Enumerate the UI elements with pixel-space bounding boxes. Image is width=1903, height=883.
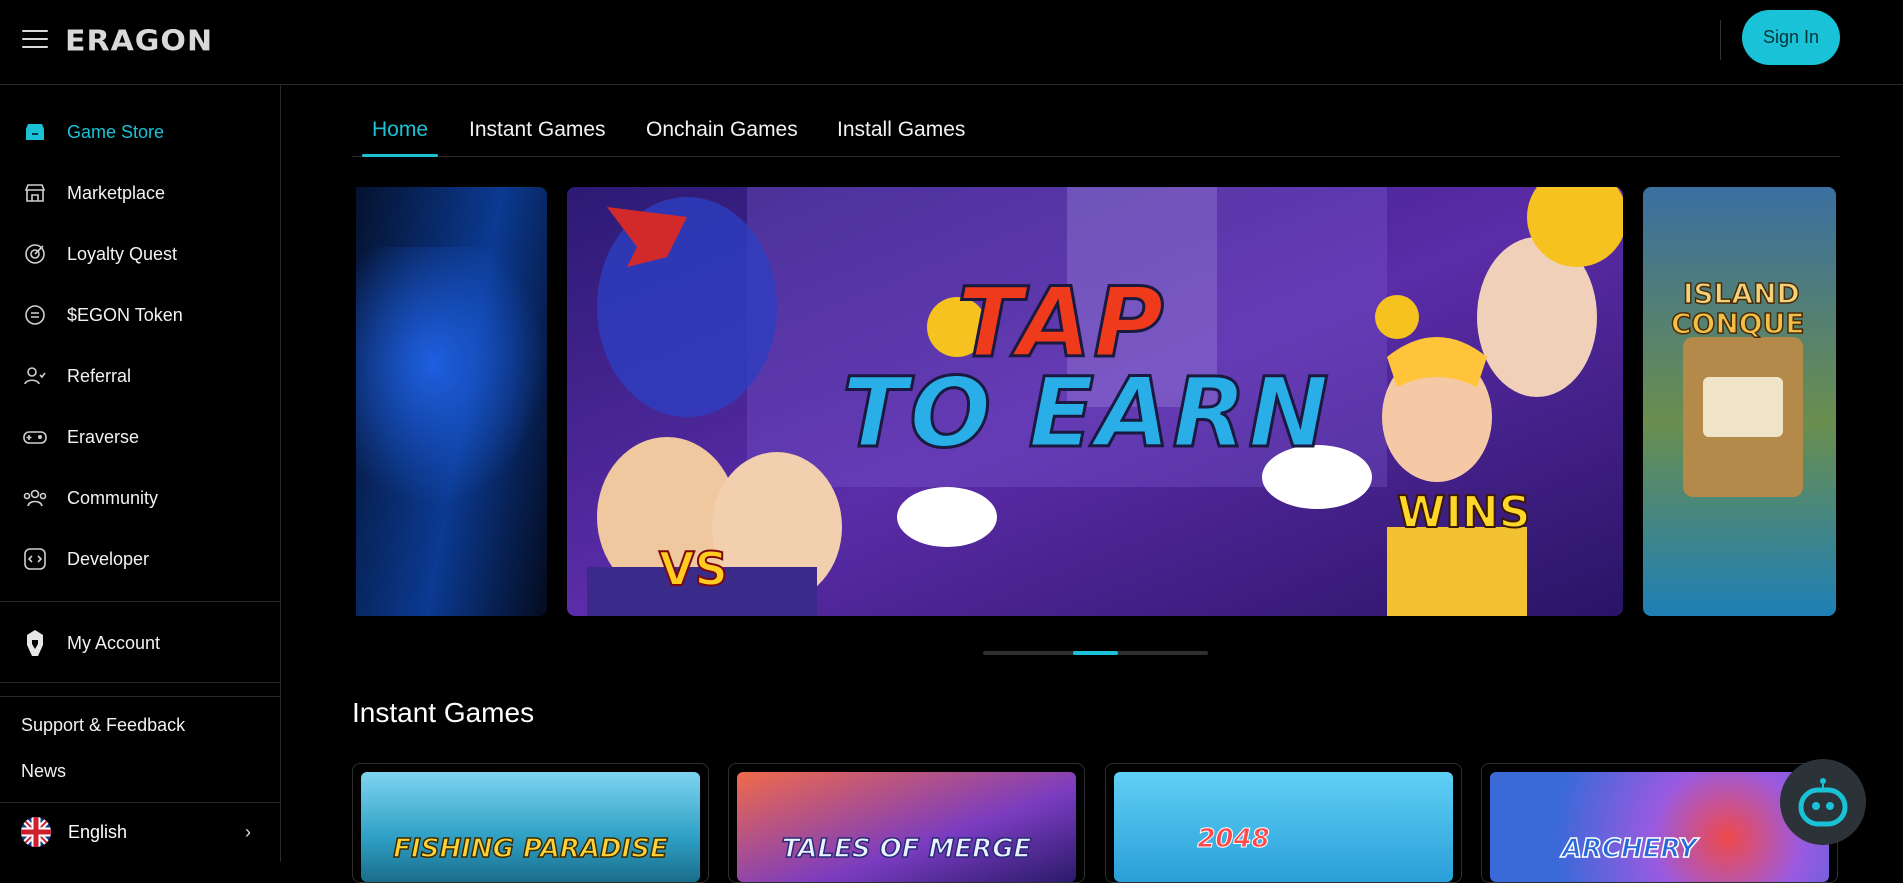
game-thumbnail: TALES OF MERGE	[737, 772, 1076, 882]
banner-slide-previous[interactable]	[356, 187, 547, 616]
sidebar-item-label: Marketplace	[67, 182, 166, 203]
game-title: ARCHERY	[1561, 833, 1698, 865]
sign-in-button[interactable]: Sign In	[1742, 10, 1840, 65]
game-thumbnail: FISHING PARADISE	[361, 772, 700, 882]
marketplace-icon	[22, 180, 48, 206]
game-card[interactable]: TALES OF MERGE	[728, 763, 1085, 883]
sidebar-item-marketplace[interactable]: Marketplace	[22, 173, 272, 213]
language-selector[interactable]: English ›	[21, 814, 251, 850]
sidebar-item-label: Game Store	[67, 121, 165, 142]
chevron-right-icon: ›	[245, 821, 251, 842]
tab-home[interactable]: Home	[361, 118, 439, 157]
community-icon	[22, 485, 48, 511]
sidebar-item-eraverse[interactable]: Eraverse	[22, 417, 272, 457]
sidebar-item-label: Eraverse	[67, 426, 140, 447]
language-label: English	[68, 821, 128, 842]
top-bar: ERAGON Sign In	[0, 0, 1903, 85]
game-title: TALES OF MERGE	[781, 833, 1032, 865]
my-account-item[interactable]: My Account	[22, 623, 272, 663]
game-card[interactable]: 2048	[1105, 763, 1462, 883]
sidebar-item-referral[interactable]: Referral	[22, 356, 272, 396]
sidebar-divider	[0, 696, 281, 697]
news-link[interactable]: News	[21, 761, 66, 782]
banner-vs: VS	[658, 541, 729, 597]
sidebar-divider	[0, 682, 281, 683]
banner-slide-tap-to-earn[interactable]: TAP TO EARN WINS VS	[567, 187, 1623, 616]
sidebar-divider	[0, 802, 281, 803]
code-icon	[22, 546, 48, 572]
sidebar-item-label: Referral	[67, 365, 132, 386]
referral-icon	[22, 363, 48, 389]
carousel-indicator-active	[1073, 651, 1118, 655]
banner-carousel: TAP TO EARN WINS VS ISLAND CONQUE	[356, 187, 1836, 616]
banner-title-line2: TO EARN	[841, 356, 1331, 471]
header-divider	[1720, 20, 1721, 60]
store-icon	[22, 119, 48, 145]
sidebar: Game Store Marketplace Loyalty Quest $EG…	[0, 85, 281, 862]
game-title: 2048	[1197, 824, 1270, 855]
banner-badge: WINS	[1396, 486, 1531, 539]
game-title: FISHING PARADISE	[393, 833, 669, 865]
game-thumbnail: ARCHERY	[1490, 772, 1829, 882]
helmet-icon	[22, 630, 48, 656]
chat-bot-icon[interactable]	[1780, 759, 1866, 845]
quest-icon	[22, 241, 48, 267]
game-thumbnail: 2048	[1114, 772, 1453, 882]
sidebar-item-community[interactable]: Community	[22, 478, 272, 518]
carousel-indicator[interactable]	[983, 651, 1208, 655]
tab-onchain-games[interactable]: Onchain Games	[646, 118, 798, 156]
category-tabs: Home Instant Games Onchain Games Install…	[352, 108, 1840, 157]
support-feedback-link[interactable]: Support & Feedback	[21, 715, 185, 736]
gamepad-icon	[22, 424, 48, 450]
section-title-instant-games: Instant Games	[352, 697, 535, 728]
uk-flag-icon	[21, 817, 51, 847]
sidebar-item-label: Loyalty Quest	[67, 243, 178, 264]
sidebar-item-loyalty-quest[interactable]: Loyalty Quest	[22, 234, 272, 274]
sidebar-item-label: Developer	[67, 548, 150, 569]
sidebar-item-developer[interactable]: Developer	[22, 539, 272, 579]
tab-instant-games[interactable]: Instant Games	[469, 118, 606, 156]
banner-next-title-line1: ISLAND	[1682, 276, 1800, 311]
banner-slide-next[interactable]: ISLAND CONQUE	[1643, 187, 1836, 616]
sidebar-item-label: $EGON Token	[67, 304, 183, 325]
sidebar-item-egon-token[interactable]: $EGON Token	[22, 295, 272, 335]
token-icon	[22, 302, 48, 328]
tab-install-games[interactable]: Install Games	[837, 118, 965, 156]
menu-icon[interactable]	[22, 30, 48, 52]
game-card[interactable]: FISHING PARADISE	[352, 763, 709, 883]
sidebar-item-game-store[interactable]: Game Store	[22, 112, 272, 152]
my-account-label: My Account	[67, 632, 161, 653]
sidebar-item-label: Community	[67, 487, 159, 508]
banner-next-title-line2: CONQUE	[1670, 306, 1805, 341]
app-logo[interactable]: ERAGON	[65, 25, 213, 58]
sidebar-divider	[0, 601, 281, 602]
